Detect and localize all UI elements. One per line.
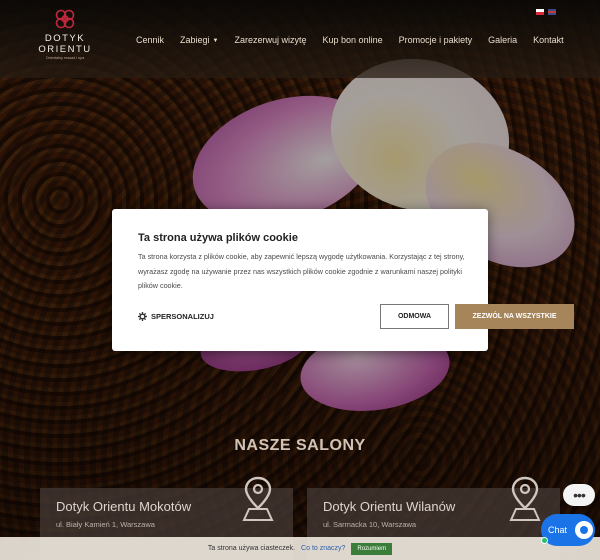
caret-down-icon: ▼ [212, 38, 219, 44]
brand-name-line2: ORIENTU [38, 44, 92, 55]
cookie-bar-text: Ta strona używa ciasteczek. [207, 545, 296, 552]
brand-name: DOTYK ORIENTU [35, 33, 95, 55]
nav-item-cennik[interactable]: Cennik [136, 35, 164, 45]
brand-tagline: Orientalny masaż i spa [45, 56, 85, 60]
nav-item-zarezerwuj[interactable]: Zarezerwuj wizytę [235, 35, 307, 45]
cookie-notice-bar: Ta strona używa ciasteczek. Co to znaczy… [0, 537, 600, 560]
accept-all-button[interactable]: ZEZWÓL NA WSZYSTKIE [455, 304, 574, 329]
knot-logo-icon [52, 6, 78, 32]
chat-bubble-icon [575, 521, 594, 539]
nav-item-zabiegi[interactable]: Zabiegi ▼ [180, 35, 218, 45]
online-status-icon [541, 537, 548, 544]
main-nav: Cennik Zabiegi ▼ Zarezerwuj wizytę Kup bo… [136, 35, 564, 45]
salon-name: Dotyk Orientu Mokotów [56, 499, 192, 514]
map-pin-icon [509, 476, 541, 521]
nav-item-label: Zabiegi [180, 35, 210, 45]
language-switcher [536, 9, 556, 15]
salon-name: Dotyk Orientu Wilanów [323, 499, 456, 514]
english-flag-icon[interactable] [548, 9, 556, 15]
polish-flag-icon[interactable] [536, 9, 544, 15]
chat-options-button[interactable]: ••• [563, 484, 595, 506]
nav-item-kontakt[interactable]: Kontakt [533, 35, 564, 45]
cookie-understand-button[interactable]: Rozumiem [351, 542, 393, 555]
map-pin-icon [242, 476, 274, 521]
cookie-dialog-text: Ta strona korzysta z plików cookie, aby … [138, 252, 465, 290]
section-title: NASZE SALONY [234, 437, 366, 454]
nav-item-galeria[interactable]: Galeria [488, 35, 517, 45]
personalize-label: SPERSONALIZUJ [151, 312, 214, 321]
cookie-dialog-title: Ta strona używa plików cookie [138, 232, 298, 244]
cookie-consent-dialog: Ta strona używa plików cookie Ta strona … [112, 209, 574, 351]
decline-button[interactable]: ODMOWA [380, 304, 449, 329]
chat-button[interactable]: Chat [541, 514, 595, 546]
navbar: DOTYK ORIENTU Orientalny masaż i spa Cen… [0, 0, 600, 78]
brand-name-line1: DOTYK [44, 33, 86, 44]
nav-item-promocje[interactable]: Promocje i pakiety [399, 35, 473, 45]
more-dots-icon: ••• [573, 487, 586, 503]
nav-item-kup-bon[interactable]: Kup bon online [323, 35, 383, 45]
personalize-button[interactable]: SPERSONALIZUJ [138, 312, 214, 321]
salon-address: ul. Biały Kamień 1, Warszawa [56, 520, 155, 529]
salon-address: ul. Sarmacka 10, Warszawa [323, 520, 417, 529]
gear-icon [138, 312, 147, 321]
chat-label: Chat [548, 525, 568, 535]
logo[interactable]: DOTYK ORIENTU Orientalny masaż i spa [35, 6, 95, 60]
cookie-info-link[interactable]: Co to znaczy? [301, 545, 345, 552]
